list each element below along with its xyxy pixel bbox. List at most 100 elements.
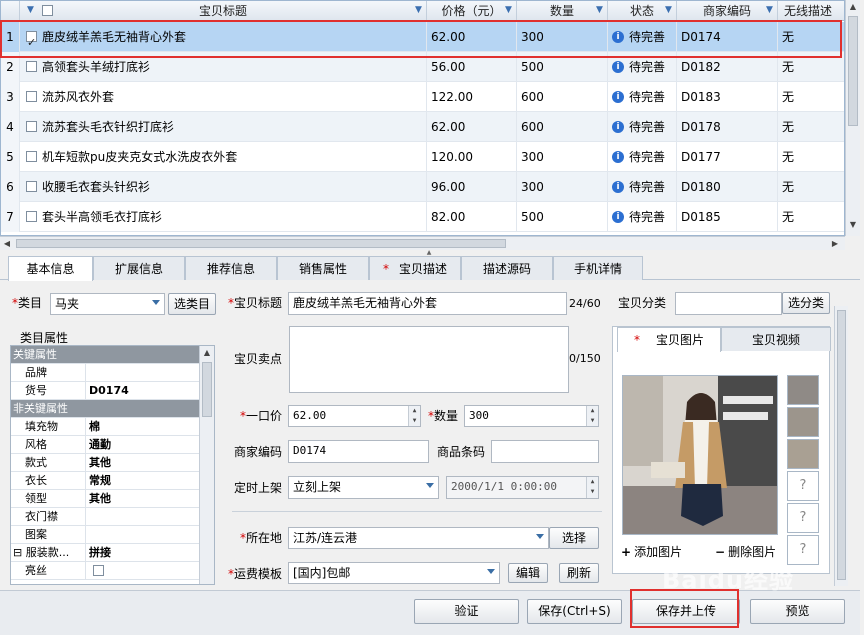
props-value[interactable]: 其他 (89, 490, 111, 508)
props-row[interactable]: 填充物 棉 (11, 418, 201, 436)
category-select[interactable]: 马夹 (50, 293, 165, 315)
tab-mobile[interactable]: 手机详情 (553, 256, 643, 280)
props-checkbox[interactable] (93, 565, 104, 576)
price-input[interactable]: 62.00 ▲ ▼ (288, 405, 421, 427)
header-title[interactable]: ▼ 宝贝标题 ▼ (20, 1, 427, 21)
row-checkbox[interactable] (26, 181, 37, 192)
scroll-left-icon[interactable]: ◀ (0, 237, 14, 251)
row-checkbox[interactable] (26, 121, 37, 132)
props-scrollbar[interactable]: ▲ (199, 346, 214, 584)
collapse-icon[interactable]: ⊟ (13, 546, 26, 559)
props-row[interactable]: 衣门襟 (11, 508, 201, 526)
merchant-code-input[interactable]: D0174 (288, 440, 429, 463)
verify-button[interactable]: 验证 (414, 599, 519, 624)
scroll-right-icon[interactable]: ▶ (828, 237, 842, 251)
listing-time-input[interactable]: 2000/1/1 0:00:00 ▲ ▼ (446, 476, 599, 499)
tab-videos[interactable]: 宝贝视频 (721, 327, 831, 351)
row-checkbox[interactable] (26, 151, 37, 162)
preview-button[interactable]: 预览 (750, 599, 845, 624)
tab-pictures[interactable]: * 宝贝图片 (617, 327, 721, 352)
choose-category-button[interactable]: 选类目 (168, 293, 216, 315)
grid-horizontal-scrollbar[interactable]: ◀ ▶ (0, 236, 845, 250)
remove-image-button[interactable]: − 删除图片 (715, 543, 776, 561)
props-row[interactable]: 领型 其他 (11, 490, 201, 508)
props-row[interactable]: 货号 D0174 (11, 382, 201, 400)
tab-basic[interactable]: 基本信息 (8, 256, 93, 281)
cell-wireless: 无 (778, 142, 844, 172)
selling-points-textarea[interactable] (289, 326, 569, 393)
props-row[interactable]: 衣长 常规 (11, 472, 201, 490)
row-checkbox[interactable] (26, 61, 37, 72)
props-row[interactable]: ⊟ 服装款... 拼接 (11, 544, 201, 562)
tab-sales-attr[interactable]: 销售属性 (277, 256, 369, 280)
shipping-select[interactable]: [国内]包邮 (288, 562, 500, 584)
filter-icon[interactable]: ▼ (765, 5, 774, 15)
tab-source[interactable]: 描述源码 (461, 256, 553, 280)
scroll-up-icon[interactable]: ▲ (200, 346, 214, 360)
header-qty[interactable]: 数量 ▼ (517, 1, 608, 21)
qty-stepper-icon[interactable]: ▲ ▼ (586, 406, 598, 426)
barcode-input[interactable] (491, 440, 599, 463)
form-scrollbar[interactable] (834, 306, 848, 586)
price-stepper-icon[interactable]: ▲ ▼ (408, 406, 420, 426)
select-all-checkbox[interactable] (42, 5, 53, 16)
filter-icon[interactable]: ▼ (414, 5, 423, 15)
table-row[interactable]: 5 机车短款pu皮夹克女式水洗皮衣外套 120.00 300 i 待完善 D0177 无 (1, 142, 844, 172)
props-row[interactable]: 品牌 (11, 364, 201, 382)
thumbnail-empty-4[interactable]: ? (787, 471, 819, 501)
choose-shop-category-button[interactable]: 选分类 (782, 292, 830, 314)
cell-text: 收腰毛衣套头针织衫 (42, 180, 151, 194)
sort-icon[interactable]: ▼ (26, 5, 35, 15)
row-checkbox[interactable] (26, 211, 37, 222)
table-row[interactable]: 4 流苏套头毛衣针织打底衫 62.00 600 i 待完善 D0178 无 (1, 112, 844, 142)
header-status[interactable]: 状态 ▼ (608, 1, 677, 21)
time-stepper-icon[interactable]: ▲ ▼ (586, 477, 598, 498)
table-row[interactable]: 6 收腰毛衣套头针织衫 96.00 300 i 待完善 D0180 无 (1, 172, 844, 202)
grid-vertical-scrollbar[interactable]: ▲ ▼ (845, 0, 860, 236)
filter-icon[interactable]: ▼ (504, 5, 513, 15)
filter-icon[interactable]: ▼ (595, 5, 604, 15)
thumbnail-1[interactable] (787, 375, 819, 405)
refresh-shipping-button[interactable]: 刷新 (559, 563, 599, 583)
props-value[interactable]: 通勤 (89, 436, 111, 454)
title-input[interactable]: 鹿皮绒羊羔毛无袖背心外套 (288, 292, 567, 315)
thumbnail-empty-5[interactable]: ? (787, 503, 819, 533)
props-row[interactable]: 款式 其他 (11, 454, 201, 472)
table-row[interactable]: 3 流苏风衣外套 122.00 600 i 待完善 D0183 无 (1, 82, 844, 112)
props-value[interactable]: 其他 (89, 454, 111, 472)
row-checkbox[interactable] (26, 91, 37, 102)
thumbnail-3[interactable] (787, 439, 819, 469)
hscroll-thumb[interactable] (16, 239, 506, 248)
main-product-image[interactable] (622, 375, 778, 535)
qty-input[interactable]: 300 ▲ ▼ (464, 405, 599, 427)
scroll-up-icon[interactable]: ▲ (846, 0, 860, 14)
filter-icon[interactable]: ▼ (664, 5, 673, 15)
scroll-thumb[interactable] (202, 362, 212, 417)
header-code[interactable]: 商家编码 ▼ (677, 1, 778, 21)
tab-description[interactable]: * 宝贝描述 (369, 256, 461, 280)
edit-shipping-button[interactable]: 编辑 (508, 563, 548, 583)
choose-location-button[interactable]: 选择 (549, 527, 599, 549)
props-row[interactable]: 风格 通勤 (11, 436, 201, 454)
props-row[interactable]: 图案 (11, 526, 201, 544)
props-key-text: 衣长 (25, 474, 47, 487)
add-image-button[interactable]: + 添加图片 (621, 543, 682, 561)
table-row[interactable]: 7 套头半高领毛衣打底衫 82.00 500 i 待完善 D0185 无 (1, 202, 844, 232)
thumbnail-2[interactable] (787, 407, 819, 437)
tab-extended[interactable]: 扩展信息 (93, 256, 185, 280)
location-select[interactable]: 江苏/连云港 (288, 527, 549, 549)
listing-select[interactable]: 立刻上架 (288, 476, 439, 499)
props-value[interactable]: 拼接 (89, 544, 111, 562)
scroll-thumb[interactable] (848, 16, 858, 126)
props-value[interactable]: 常规 (89, 472, 111, 490)
scroll-down-icon[interactable]: ▼ (846, 218, 860, 232)
header-price[interactable]: 价格（元） ▼ (427, 1, 517, 21)
props-value[interactable]: D0174 (89, 382, 129, 400)
scroll-thumb[interactable] (837, 310, 846, 580)
header-wireless[interactable]: 无线描述 (778, 1, 844, 21)
shop-category-input[interactable] (675, 292, 782, 315)
save-button[interactable]: 保存(Ctrl+S) (527, 599, 622, 624)
props-value[interactable]: 棉 (89, 418, 100, 436)
props-row[interactable]: 亮丝 (11, 562, 201, 580)
tab-recommend[interactable]: 推荐信息 (185, 256, 277, 280)
